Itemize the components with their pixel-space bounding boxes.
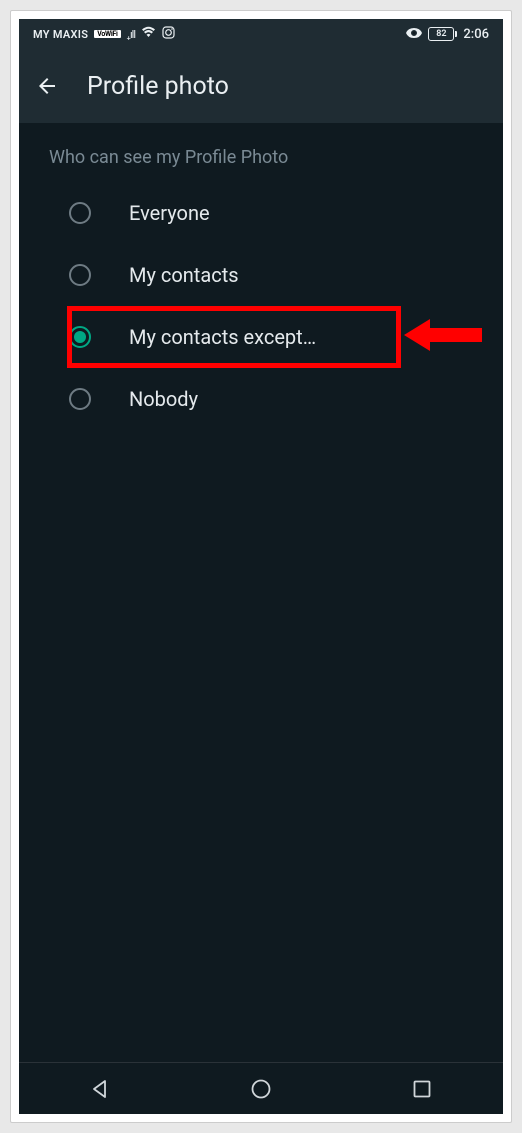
signal-icon: ₊ıll <box>127 28 136 41</box>
highlighted-option-wrap: My contacts except… <box>35 306 487 368</box>
arrow-back-icon <box>35 74 59 98</box>
nav-recent-button[interactable] <box>382 1069 462 1109</box>
nav-home-button[interactable] <box>221 1069 301 1109</box>
section-label: Who can see my Profile Photo <box>49 147 487 168</box>
radio-icon-checked <box>69 326 91 348</box>
option-my-contacts-except[interactable]: My contacts except… <box>35 306 487 368</box>
radio-icon <box>69 388 91 410</box>
vowifi-badge: VoWiFi <box>94 30 120 38</box>
navigation-bar <box>19 1062 503 1114</box>
content: Who can see my Profile Photo Everyone My… <box>19 123 503 430</box>
square-recent-icon <box>411 1078 433 1100</box>
back-button[interactable] <box>35 74 59 98</box>
battery-icon: 82 <box>428 27 457 41</box>
battery-level: 82 <box>428 27 454 41</box>
status-right: 82 2:06 <box>406 27 489 42</box>
nav-back-button[interactable] <box>60 1069 140 1109</box>
phone-frame: MY MAXIS VoWiFi ₊ıll 82 2:06 <box>10 10 512 1123</box>
triangle-back-icon <box>89 1078 111 1100</box>
screen: MY MAXIS VoWiFi ₊ıll 82 2:06 <box>19 19 503 1114</box>
option-everyone[interactable]: Everyone <box>35 182 487 244</box>
radio-icon <box>69 202 91 224</box>
option-label: My contacts <box>129 263 239 287</box>
clock: 2:06 <box>463 27 489 42</box>
circle-home-icon <box>250 1078 272 1100</box>
radio-icon <box>69 264 91 286</box>
instagram-icon <box>162 26 175 43</box>
page-title: Profile photo <box>87 72 229 101</box>
eye-icon <box>406 27 422 42</box>
option-my-contacts[interactable]: My contacts <box>35 244 487 306</box>
option-label: My contacts except… <box>129 325 316 349</box>
option-nobody[interactable]: Nobody <box>35 368 487 430</box>
wifi-icon <box>141 26 156 42</box>
app-bar: Profile photo <box>19 49 503 123</box>
status-left: MY MAXIS VoWiFi ₊ıll <box>33 26 175 43</box>
carrier-label: MY MAXIS <box>33 28 88 41</box>
option-label: Nobody <box>129 387 198 411</box>
option-label: Everyone <box>129 201 210 225</box>
status-bar: MY MAXIS VoWiFi ₊ıll 82 2:06 <box>19 19 503 49</box>
